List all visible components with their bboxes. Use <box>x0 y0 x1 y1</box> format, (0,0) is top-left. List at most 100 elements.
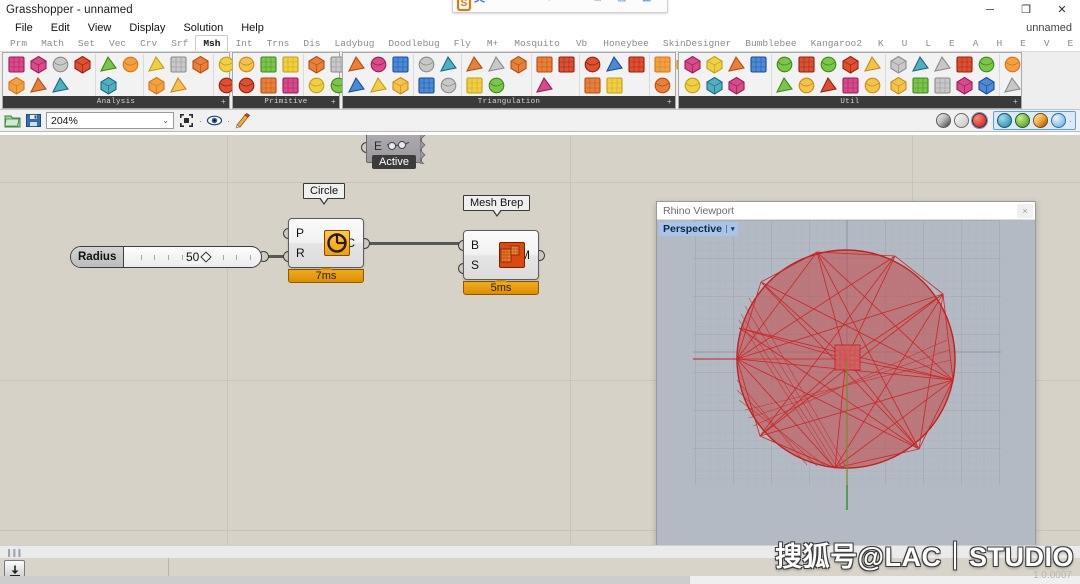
ribbon-tab-fly-12[interactable]: Fly <box>447 36 478 51</box>
ribbon-tab-vec-3[interactable]: Vec <box>102 36 133 51</box>
sogou-logo-icon[interactable]: S <box>457 0 471 11</box>
ribbon-tab-msh-6[interactable]: Msh <box>195 35 229 51</box>
ribbon-icon-2-0-1-0[interactable] <box>346 75 367 96</box>
ribbon-tab-u-21[interactable]: U <box>893 36 917 51</box>
ribbon-tab-set-2[interactable]: Set <box>71 36 102 51</box>
minimize-button[interactable]: ─ <box>972 0 1008 20</box>
ribbon-tab-e-23[interactable]: E <box>940 36 964 51</box>
ribbon-icon-0-1-1-0[interactable] <box>98 75 119 96</box>
ribbon-icon-3-0-1-1[interactable] <box>704 75 725 96</box>
slider-track[interactable]: 50 <box>124 247 261 267</box>
zoom-extents-icon[interactable] <box>178 112 195 129</box>
maximize-button[interactable]: ❐ <box>1008 0 1044 20</box>
ime-emoji-icon[interactable]: ☺ <box>522 0 543 14</box>
ribbon-icon-3-2-0-3[interactable] <box>954 54 975 75</box>
ribbon-tab-trns-8[interactable]: Trns <box>260 36 297 51</box>
grasshopper-canvas[interactable]: E Active Circle P R C 7ms Mesh Brep B S … <box>0 135 1080 545</box>
ribbon-tab-mosquito-14[interactable]: Mosquito <box>507 36 567 51</box>
ribbon-icon-3-2-1-3[interactable] <box>954 75 975 96</box>
ribbon-icon-3-1-0-4[interactable] <box>862 54 883 75</box>
ribbon-icon-2-1-1-0[interactable] <box>416 75 437 96</box>
ribbon-icon-2-4-0-1[interactable] <box>604 54 625 75</box>
ribbon-icon-2-2-0-1[interactable] <box>486 54 507 75</box>
ribbon-icon-3-1-0-0[interactable] <box>774 54 795 75</box>
chevron-down-icon[interactable]: ▾ <box>725 225 734 233</box>
ribbon-tab-dis-9[interactable]: Dis <box>296 36 327 51</box>
ribbon-icon-2-5-0-0[interactable] <box>652 54 673 75</box>
chevron-down-icon[interactable]: ⌄ <box>162 116 169 125</box>
ribbon-tab-e-26[interactable]: E <box>1011 36 1035 51</box>
ribbon-panel-title-2[interactable]: Triangulation + <box>343 96 675 108</box>
ime-toolbox-icon[interactable]: ▦ <box>642 0 663 14</box>
ribbon-icon-0-1-0-0[interactable] <box>98 54 119 75</box>
ribbon-icon-0-0-0-0[interactable] <box>6 54 27 75</box>
sogou-ime-toolbar[interactable]: S 英 ’· ☺ ● ■ ▤ △ ▦ <box>452 0 668 13</box>
ribbon-tab-k-20[interactable]: K <box>869 36 893 51</box>
ribbon-icon-2-2-0-2[interactable] <box>508 54 529 75</box>
ribbon-tab-math-1[interactable]: Math <box>34 36 71 51</box>
ribbon-icon-3-1-1-0[interactable] <box>774 75 795 96</box>
ribbon-icon-2-1-1-1[interactable] <box>438 75 459 96</box>
menu-item-file[interactable]: File <box>6 20 42 36</box>
ribbon-icon-3-1-1-4[interactable] <box>862 75 883 96</box>
menu-item-edit[interactable]: Edit <box>42 20 79 36</box>
ribbon-icon-2-0-0-2[interactable] <box>390 54 411 75</box>
green-sphere-icon[interactable] <box>1015 113 1030 128</box>
ribbon-icon-3-2-0-4[interactable] <box>976 54 997 75</box>
ribbon-tab-bumblebee-18[interactable]: Bumblebee <box>738 36 803 51</box>
ribbon-icon-2-4-0-0[interactable] <box>582 54 603 75</box>
ribbon-icon-3-2-1-1[interactable] <box>910 75 931 96</box>
bake-icon[interactable] <box>234 112 251 129</box>
ribbon-panel-title-1[interactable]: Primitive + <box>233 96 339 108</box>
ribbon-icon-3-0-0-3[interactable] <box>748 54 769 75</box>
ribbon-panel-expand-icon[interactable]: + <box>331 98 336 107</box>
menu-item-solution[interactable]: Solution <box>174 20 232 36</box>
ribbon-tab-v-27[interactable]: V <box>1035 36 1059 51</box>
ribbon-tab-m+-13[interactable]: M+ <box>478 36 507 51</box>
rhino-viewport-canvas[interactable]: Perspective ▾ x z y <box>657 220 1035 545</box>
ribbon-icon-0-0-0-3[interactable] <box>72 54 93 75</box>
ribbon-icon-2-2-1-1[interactable] <box>486 75 507 96</box>
shaded-preview-icon[interactable] <box>936 113 951 128</box>
ribbon-tab-doodlebug-11[interactable]: Doodlebug <box>381 36 446 51</box>
ribbon-icon-3-2-0-1[interactable] <box>910 54 931 75</box>
wire-circle-to-mesh[interactable] <box>366 242 462 245</box>
ribbon-icon-3-1-0-1[interactable] <box>796 54 817 75</box>
ribbon-tab-vb-15[interactable]: Vb <box>567 36 596 51</box>
ribbon-tab-a-24[interactable]: A <box>964 36 988 51</box>
ribbon-tab-l-22[interactable]: L <box>916 36 940 51</box>
ime-language-icon[interactable]: 英 <box>474 0 495 14</box>
ribbon-icon-3-3-1-0[interactable] <box>1002 75 1023 96</box>
ribbon-icon-3-2-0-2[interactable] <box>932 54 953 75</box>
ribbon-icon-0-2-0-1[interactable] <box>168 54 189 75</box>
mesh-brep-component[interactable]: B S M <box>463 230 539 280</box>
wireframe-preview-icon[interactable] <box>954 113 969 128</box>
ime-handwrite-icon[interactable]: ▤ <box>594 0 615 14</box>
ribbon-tab-int-7[interactable]: Int <box>228 36 259 51</box>
zoom-level-combobox[interactable]: 204% ⌄ <box>46 112 174 129</box>
ribbon-icon-1-0-1-0[interactable] <box>236 75 257 96</box>
ribbon-icon-2-1-0-1[interactable] <box>438 54 459 75</box>
mesh-preview-icon[interactable] <box>971 112 988 129</box>
ribbon-icon-0-0-0-1[interactable] <box>28 54 49 75</box>
ribbon-icon-2-0-0-1[interactable] <box>368 54 389 75</box>
menu-item-view[interactable]: View <box>79 20 121 36</box>
ribbon-panel-expand-icon[interactable]: + <box>221 98 226 107</box>
ribbon-icon-2-3-0-0[interactable] <box>534 54 555 75</box>
ribbon-tab-skindesigner-17[interactable]: SkinDesigner <box>656 36 738 51</box>
ribbon-panel-expand-icon[interactable]: + <box>1013 98 1018 107</box>
ribbon-icon-0-0-0-2[interactable] <box>50 54 71 75</box>
ribbon-icon-0-2-0-0[interactable] <box>146 54 167 75</box>
ribbon-icon-3-1-1-1[interactable] <box>796 75 817 96</box>
ribbon-icon-0-0-1-0[interactable] <box>6 75 27 96</box>
ribbon-tab-srf-5[interactable]: Srf <box>164 36 195 51</box>
ribbon-icon-2-4-1-0[interactable] <box>582 75 603 96</box>
preview-eye-icon[interactable] <box>206 112 223 129</box>
ribbon-icon-2-5-1-0[interactable] <box>652 75 673 96</box>
rhino-close-icon[interactable]: × <box>1017 204 1033 218</box>
ribbon-icon-2-0-1-1[interactable] <box>368 75 389 96</box>
ribbon-icon-1-0-0-2[interactable] <box>280 54 301 75</box>
ribbon-icon-0-2-0-2[interactable] <box>190 54 211 75</box>
ribbon-icon-2-1-0-0[interactable] <box>416 54 437 75</box>
ribbon-tab-kangaroo2-19[interactable]: Kangaroo2 <box>804 36 869 51</box>
